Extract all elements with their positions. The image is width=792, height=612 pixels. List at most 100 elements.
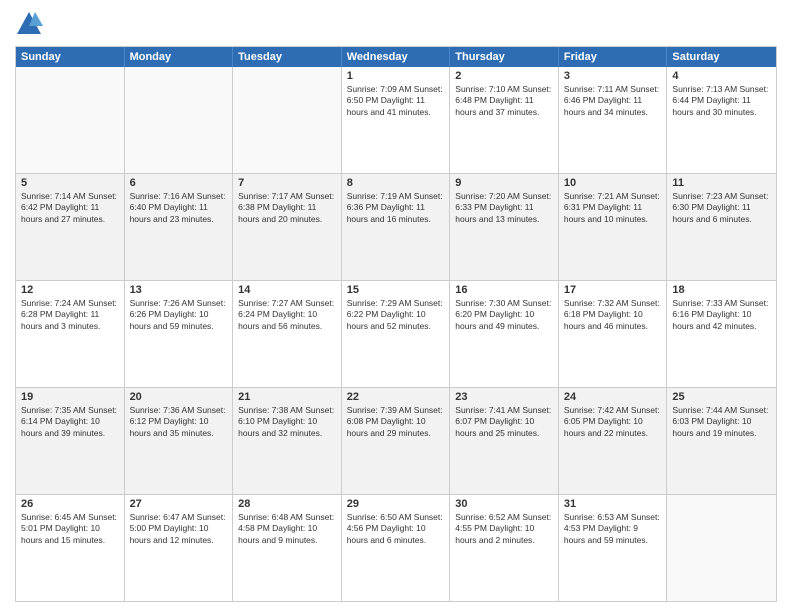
- day-number: 14: [238, 284, 336, 296]
- day-info: Sunrise: 6:48 AM Sunset: 4:58 PM Dayligh…: [238, 512, 336, 546]
- header-day-friday: Friday: [559, 47, 668, 67]
- day-cell-18: 18 Sunrise: 7:33 AM Sunset: 6:16 PM Dayli…: [667, 281, 776, 387]
- logo: [15, 10, 45, 38]
- day-info: Sunrise: 7:41 AM Sunset: 6:07 PM Dayligh…: [455, 405, 553, 439]
- day-number: 17: [564, 284, 662, 296]
- day-number: 6: [130, 177, 228, 189]
- day-info: Sunrise: 7:44 AM Sunset: 6:03 PM Dayligh…: [672, 405, 771, 439]
- day-info: Sunrise: 7:39 AM Sunset: 6:08 PM Dayligh…: [347, 405, 445, 439]
- day-cell-31: 31Sunrise: 6:53 AM Sunset: 4:53 PM Dayli…: [559, 495, 668, 601]
- empty-cell: [233, 67, 342, 173]
- day-cell-14: 14 Sunrise: 7:27 AM Sunset: 6:24 PM Dayli…: [233, 281, 342, 387]
- day-info: Sunrise: 7:42 AM Sunset: 6:05 PM Dayligh…: [564, 405, 662, 439]
- day-cell-6: 6 Sunrise: 7:16 AM Sunset: 6:40 PM Daylig…: [125, 174, 234, 280]
- day-info: Sunrise: 6:52 AM Sunset: 4:55 PM Dayligh…: [455, 512, 553, 546]
- day-number: 5: [21, 177, 119, 189]
- day-cell-16: 16 Sunrise: 7:30 AM Sunset: 6:20 PM Dayli…: [450, 281, 559, 387]
- day-info: Sunrise: 7:19 AM Sunset: 6:36 PM Dayligh…: [347, 191, 445, 225]
- day-info: Sunrise: 6:50 AM Sunset: 4:56 PM Dayligh…: [347, 512, 445, 546]
- day-cell-11: 11 Sunrise: 7:23 AM Sunset: 6:30 PM Dayli…: [667, 174, 776, 280]
- day-cell-12: 12 Sunrise: 7:24 AM Sunset: 6:28 PM Dayli…: [16, 281, 125, 387]
- day-number: 10: [564, 177, 662, 189]
- day-number: 24: [564, 391, 662, 403]
- day-cell-27: 27 Sunrise: 6:47 AM Sunset: 5:00 PM Dayli…: [125, 495, 234, 601]
- day-number: 26: [21, 498, 119, 510]
- day-number: 27: [130, 498, 228, 510]
- day-cell-1: 1 Sunrise: 7:09 AM Sunset: 6:50 PM Daylig…: [342, 67, 451, 173]
- calendar-header: SundayMondayTuesdayWednesdayThursdayFrid…: [16, 47, 776, 67]
- day-info: Sunrise: 7:20 AM Sunset: 6:33 PM Dayligh…: [455, 191, 553, 225]
- day-number: 4: [672, 70, 771, 82]
- day-cell-25: 25 Sunrise: 7:44 AM Sunset: 6:03 PM Dayli…: [667, 388, 776, 494]
- day-info: Sunrise: 7:10 AM Sunset: 6:48 PM Dayligh…: [455, 84, 553, 118]
- day-cell-26: 26 Sunrise: 6:45 AM Sunset: 5:01 PM Dayli…: [16, 495, 125, 601]
- day-number: 20: [130, 391, 228, 403]
- day-info: Sunrise: 6:45 AM Sunset: 5:01 PM Dayligh…: [21, 512, 119, 546]
- day-number: 18: [672, 284, 771, 296]
- header-day-sunday: Sunday: [16, 47, 125, 67]
- day-info: Sunrise: 7:23 AM Sunset: 6:30 PM Dayligh…: [672, 191, 771, 225]
- day-number: 12: [21, 284, 119, 296]
- day-cell-5: 5 Sunrise: 7:14 AM Sunset: 6:42 PM Daylig…: [16, 174, 125, 280]
- day-number: 21: [238, 391, 336, 403]
- day-info: Sunrise: 7:30 AM Sunset: 6:20 PM Dayligh…: [455, 298, 553, 332]
- day-number: 25: [672, 391, 771, 403]
- day-info: Sunrise: 6:47 AM Sunset: 5:00 PM Dayligh…: [130, 512, 228, 546]
- day-cell-13: 13Sunrise: 7:26 AM Sunset: 6:26 PM Dayli…: [125, 281, 234, 387]
- day-info: Sunrise: 7:17 AM Sunset: 6:38 PM Dayligh…: [238, 191, 336, 225]
- empty-cell: [16, 67, 125, 173]
- empty-cell: [667, 495, 776, 601]
- day-cell-24: 24 Sunrise: 7:42 AM Sunset: 6:05 PM Dayli…: [559, 388, 668, 494]
- day-info: Sunrise: 7:16 AM Sunset: 6:40 PM Dayligh…: [130, 191, 228, 225]
- day-info: Sunrise: 7:33 AM Sunset: 6:16 PM Dayligh…: [672, 298, 771, 332]
- day-cell-10: 10 Sunrise: 7:21 AM Sunset: 6:31 PM Dayli…: [559, 174, 668, 280]
- day-cell-21: 21 Sunrise: 7:38 AM Sunset: 6:10 PM Dayli…: [233, 388, 342, 494]
- day-info: Sunrise: 7:11 AM Sunset: 6:46 PM Dayligh…: [564, 84, 662, 118]
- day-cell-29: 29 Sunrise: 6:50 AM Sunset: 4:56 PM Dayli…: [342, 495, 451, 601]
- day-cell-8: 8 Sunrise: 7:19 AM Sunset: 6:36 PM Daylig…: [342, 174, 451, 280]
- header-day-thursday: Thursday: [450, 47, 559, 67]
- day-info: Sunrise: 6:53 AM Sunset: 4:53 PM Dayligh…: [564, 512, 662, 546]
- calendar-week-2: 5 Sunrise: 7:14 AM Sunset: 6:42 PM Daylig…: [16, 173, 776, 280]
- day-cell-28: 28 Sunrise: 6:48 AM Sunset: 4:58 PM Dayli…: [233, 495, 342, 601]
- day-cell-23: 23 Sunrise: 7:41 AM Sunset: 6:07 PM Dayli…: [450, 388, 559, 494]
- header-day-tuesday: Tuesday: [233, 47, 342, 67]
- day-number: 28: [238, 498, 336, 510]
- day-info: Sunrise: 7:27 AM Sunset: 6:24 PM Dayligh…: [238, 298, 336, 332]
- day-info: Sunrise: 7:24 AM Sunset: 6:28 PM Dayligh…: [21, 298, 119, 332]
- calendar: SundayMondayTuesdayWednesdayThursdayFrid…: [15, 46, 777, 602]
- day-number: 8: [347, 177, 445, 189]
- day-cell-17: 17 Sunrise: 7:32 AM Sunset: 6:18 PM Dayli…: [559, 281, 668, 387]
- day-cell-3: 3 Sunrise: 7:11 AM Sunset: 6:46 PM Daylig…: [559, 67, 668, 173]
- day-number: 19: [21, 391, 119, 403]
- logo-icon: [15, 10, 43, 38]
- day-number: 22: [347, 391, 445, 403]
- day-number: 3: [564, 70, 662, 82]
- day-cell-2: 2 Sunrise: 7:10 AM Sunset: 6:48 PM Daylig…: [450, 67, 559, 173]
- header-day-monday: Monday: [125, 47, 234, 67]
- header: [15, 10, 777, 38]
- day-info: Sunrise: 7:38 AM Sunset: 6:10 PM Dayligh…: [238, 405, 336, 439]
- calendar-week-4: 19Sunrise: 7:35 AM Sunset: 6:14 PM Dayli…: [16, 387, 776, 494]
- day-info: Sunrise: 7:32 AM Sunset: 6:18 PM Dayligh…: [564, 298, 662, 332]
- day-cell-15: 15 Sunrise: 7:29 AM Sunset: 6:22 PM Dayli…: [342, 281, 451, 387]
- day-number: 2: [455, 70, 553, 82]
- calendar-week-5: 26 Sunrise: 6:45 AM Sunset: 5:01 PM Dayli…: [16, 494, 776, 601]
- day-number: 16: [455, 284, 553, 296]
- calendar-body: 1 Sunrise: 7:09 AM Sunset: 6:50 PM Daylig…: [16, 67, 776, 601]
- day-number: 11: [672, 177, 771, 189]
- day-cell-20: 20Sunrise: 7:36 AM Sunset: 6:12 PM Dayli…: [125, 388, 234, 494]
- day-info: Sunrise: 7:14 AM Sunset: 6:42 PM Dayligh…: [21, 191, 119, 225]
- day-number: 1: [347, 70, 445, 82]
- day-number: 23: [455, 391, 553, 403]
- day-info: Sunrise: 7:09 AM Sunset: 6:50 PM Dayligh…: [347, 84, 445, 118]
- header-day-wednesday: Wednesday: [342, 47, 451, 67]
- day-number: 9: [455, 177, 553, 189]
- day-number: 15: [347, 284, 445, 296]
- day-info: Sunrise: 7:21 AM Sunset: 6:31 PM Dayligh…: [564, 191, 662, 225]
- day-info: Sunrise: 7:29 AM Sunset: 6:22 PM Dayligh…: [347, 298, 445, 332]
- empty-cell: [125, 67, 234, 173]
- day-number: 7: [238, 177, 336, 189]
- page: SundayMondayTuesdayWednesdayThursdayFrid…: [0, 0, 792, 612]
- day-number: 29: [347, 498, 445, 510]
